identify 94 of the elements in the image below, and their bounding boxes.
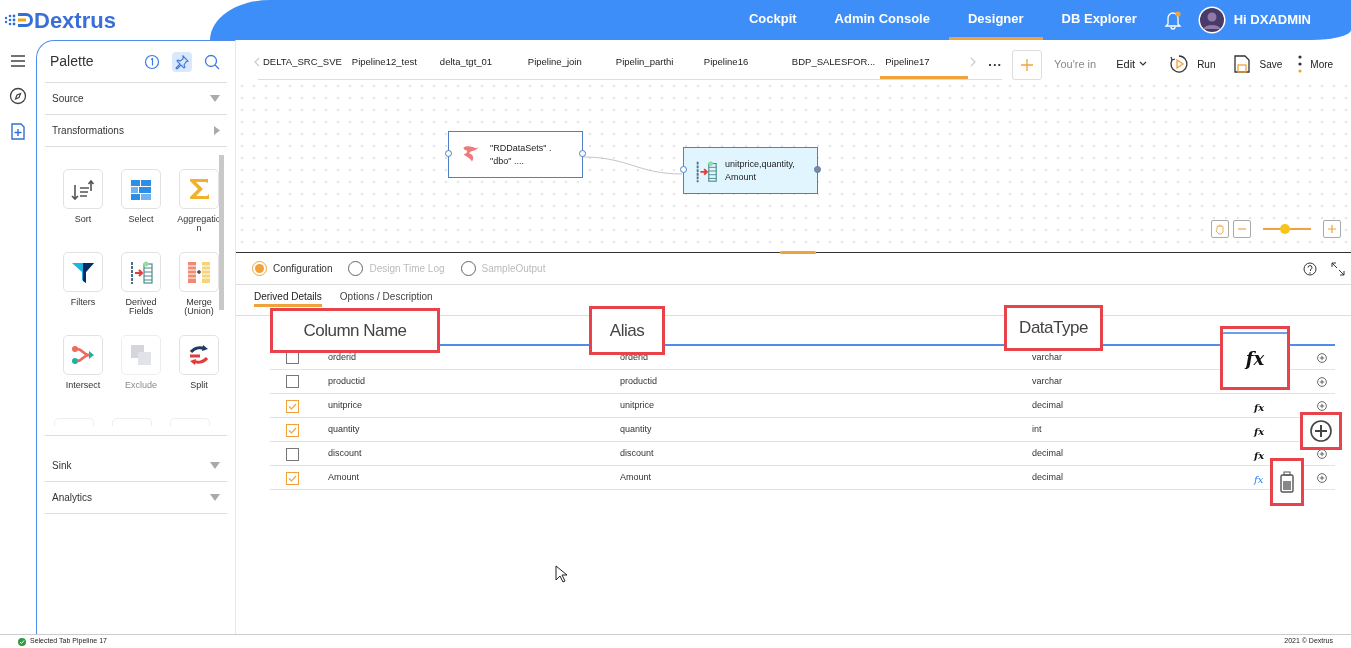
palette-item[interactable]: Derived Fields (112, 252, 170, 335)
resize-handle[interactable] (780, 251, 816, 254)
palette-item[interactable]: Select (112, 169, 170, 252)
logo-text: Dextrus (34, 6, 116, 35)
palette-item[interactable]: Aggregation (170, 169, 227, 252)
edit-dropdown[interactable]: Edit (1116, 55, 1148, 73)
scrollbar-thumb[interactable] (219, 155, 224, 310)
pan-button[interactable] (1211, 220, 1229, 238)
table-cell-text: unitprice (328, 399, 364, 413)
caret-down-icon (210, 462, 220, 469)
input-port[interactable] (445, 150, 452, 157)
palette-section[interactable]: Source (45, 83, 227, 115)
palette-section[interactable]: Analytics (45, 482, 227, 514)
pipeline-tab[interactable]: DELTA_SRC_SVE (258, 48, 347, 79)
table-cell-text: productid (328, 374, 367, 388)
output-port[interactable] (579, 150, 586, 157)
checkbox[interactable] (286, 399, 299, 413)
table-cell-text: int (1032, 423, 1043, 437)
checkbox[interactable] (286, 423, 299, 437)
check-circle-icon (18, 637, 26, 646)
table-cell-text: unitprice (620, 399, 656, 413)
pipeline-node[interactable]: "RDDataSets" . "dbo" .... (448, 131, 583, 178)
callout-label: Column Name (270, 308, 440, 353)
slider-thumb[interactable] (1279, 224, 1290, 234)
table-cell-text: quantity (620, 423, 653, 437)
pin-icon[interactable] (172, 51, 192, 72)
pipeline-tab[interactable]: Pipeline17 (880, 48, 969, 79)
table-cell-text: varchar (1032, 350, 1063, 364)
chevron-down-icon (1139, 61, 1148, 67)
pipeline-tab[interactable]: delta_tgt_01 (434, 48, 523, 79)
callout-function: fx (1245, 346, 1265, 371)
palette-item[interactable]: Intersect (54, 335, 112, 418)
pipeline-tab[interactable]: Pipelin_parthi (610, 48, 699, 79)
table-cell-text: decimal (1032, 471, 1064, 485)
view-radio[interactable]: Configuration (252, 261, 333, 276)
zoom-in-button[interactable] (1323, 220, 1341, 238)
palette-section[interactable]: Transformations (45, 115, 227, 147)
palette-item[interactable]: Merge (Union) (170, 252, 227, 335)
checkbox[interactable] (286, 447, 299, 461)
checkbox[interactable] (286, 471, 299, 485)
pipeline-node[interactable]: unitprice,quantity, Amount (683, 147, 818, 194)
vertical-dots-icon (1298, 54, 1303, 74)
pipeline-tab[interactable]: BDP_SALESFOR... (786, 48, 881, 79)
save-button[interactable]: Save (1231, 54, 1283, 74)
bell-icon[interactable] (1163, 10, 1182, 30)
zoom-out-button[interactable] (1233, 220, 1251, 238)
run-button[interactable]: Run (1169, 54, 1216, 74)
palette-item[interactable]: Sort (54, 169, 112, 252)
input-port[interactable] (680, 166, 687, 173)
table-cell-text: quantity (328, 423, 361, 437)
help-icon[interactable] (1303, 261, 1317, 276)
compass-icon[interactable] (9, 87, 27, 105)
caret-down-icon (210, 95, 220, 102)
palette-item[interactable]: Split (170, 335, 227, 418)
table-cell-text: orderid (328, 350, 357, 364)
plus-icon (1020, 58, 1035, 72)
table-cell-text: varchar (1032, 374, 1063, 388)
table-cell-text: discount (328, 447, 363, 461)
callout-label: DataType (1004, 305, 1103, 351)
document-plus-icon[interactable] (9, 122, 27, 140)
more-button[interactable]: More (1298, 54, 1334, 74)
pipeline-tab[interactable]: Pipeline_join (522, 48, 611, 79)
trash-icon (1279, 471, 1295, 493)
expand-icon[interactable] (1331, 261, 1345, 276)
table-cell-text: discount (620, 447, 655, 461)
palette-section[interactable]: Sink (45, 450, 227, 482)
menu-icon[interactable] (9, 52, 27, 70)
panel-tab[interactable]: Options / Description (339, 289, 433, 307)
table-cell-text: Amount (328, 471, 361, 485)
output-port[interactable] (814, 166, 821, 173)
avatar-icon[interactable] (1197, 6, 1226, 34)
function-button[interactable]: fx (1254, 474, 1264, 485)
play-circle-icon (1169, 54, 1190, 74)
table-cell-text: productid (620, 374, 659, 388)
caret-down-icon (210, 494, 220, 501)
function-button[interactable]: fx (1254, 402, 1265, 413)
callout-label: Alias (589, 306, 665, 355)
checkbox[interactable] (286, 375, 299, 388)
function-button[interactable]: fx (1254, 450, 1265, 461)
plus-icon (1326, 223, 1338, 235)
function-button[interactable]: fx (1254, 426, 1265, 437)
mode-label: You're in (1054, 56, 1097, 72)
caret-right-icon (214, 126, 220, 135)
more-tabs-button[interactable]: ... (988, 51, 1003, 71)
palette-item[interactable]: Filters (54, 252, 112, 335)
table-cell-text: decimal (1032, 399, 1064, 413)
pipeline-tab[interactable]: Pipeline16 (698, 48, 787, 79)
floppy-icon (1231, 54, 1252, 74)
logo-icon (4, 10, 34, 30)
pipeline-tab[interactable]: Pipeline12_test (346, 48, 435, 79)
table-cell-text: Amount (620, 471, 653, 485)
table-cell-text: decimal (1032, 447, 1064, 461)
palette-title: Palette (50, 52, 95, 71)
cursor-icon (555, 565, 567, 583)
